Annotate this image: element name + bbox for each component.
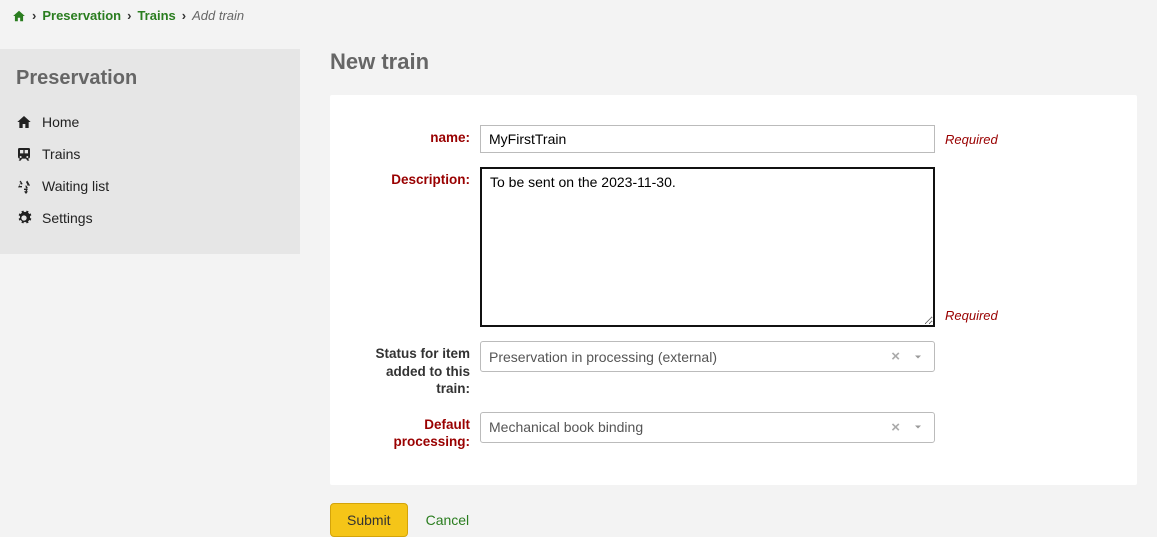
status-label: Status for item added to this train:: [350, 341, 480, 398]
required-hint: Required: [945, 132, 998, 147]
cancel-link[interactable]: Cancel: [426, 512, 470, 528]
processing-select-value: Mechanical book binding: [489, 419, 885, 435]
home-icon: [16, 114, 32, 130]
required-hint: Required: [945, 308, 998, 323]
clear-icon[interactable]: ×: [885, 348, 906, 365]
name-input[interactable]: [480, 125, 935, 153]
breadcrumb-sep: ›: [182, 8, 186, 23]
page-title: New train: [330, 49, 1137, 75]
sidebar-item-home[interactable]: Home: [16, 106, 284, 138]
sidebar-item-label: Waiting list: [42, 178, 109, 194]
chevron-down-icon[interactable]: [906, 351, 926, 363]
sidebar-item-trains[interactable]: Trains: [16, 138, 284, 170]
recycle-icon: [16, 178, 32, 194]
breadcrumb-current: Add train: [192, 8, 244, 23]
sidebar-item-label: Settings: [42, 210, 93, 226]
sidebar-item-settings[interactable]: Settings: [16, 202, 284, 234]
breadcrumb: › Preservation › Trains › Add train: [0, 0, 1157, 31]
breadcrumb-sep: ›: [32, 8, 36, 23]
breadcrumb-sep: ›: [127, 8, 131, 23]
gear-icon: [16, 210, 32, 226]
description-label: Description:: [350, 167, 480, 189]
status-select-value: Preservation in processing (external): [489, 349, 885, 365]
processing-select[interactable]: Mechanical book binding ×: [480, 412, 935, 443]
home-icon[interactable]: [12, 9, 26, 23]
breadcrumb-link-preservation[interactable]: Preservation: [42, 8, 121, 23]
name-label: name:: [350, 125, 480, 147]
form-card: name: Required Description: Required Sta…: [330, 95, 1137, 485]
sidebar: Preservation Home Trains Waiting list: [0, 49, 300, 254]
breadcrumb-link-trains[interactable]: Trains: [137, 8, 175, 23]
sidebar-item-label: Trains: [42, 146, 80, 162]
train-icon: [16, 146, 32, 162]
clear-icon[interactable]: ×: [885, 419, 906, 436]
description-textarea[interactable]: [480, 167, 935, 327]
submit-button[interactable]: Submit: [330, 503, 408, 537]
sidebar-title: Preservation: [16, 67, 284, 90]
sidebar-item-label: Home: [42, 114, 79, 130]
chevron-down-icon[interactable]: [906, 421, 926, 433]
sidebar-item-waiting-list[interactable]: Waiting list: [16, 170, 284, 202]
processing-label: Default processing:: [350, 412, 480, 451]
status-select[interactable]: Preservation in processing (external) ×: [480, 341, 935, 372]
